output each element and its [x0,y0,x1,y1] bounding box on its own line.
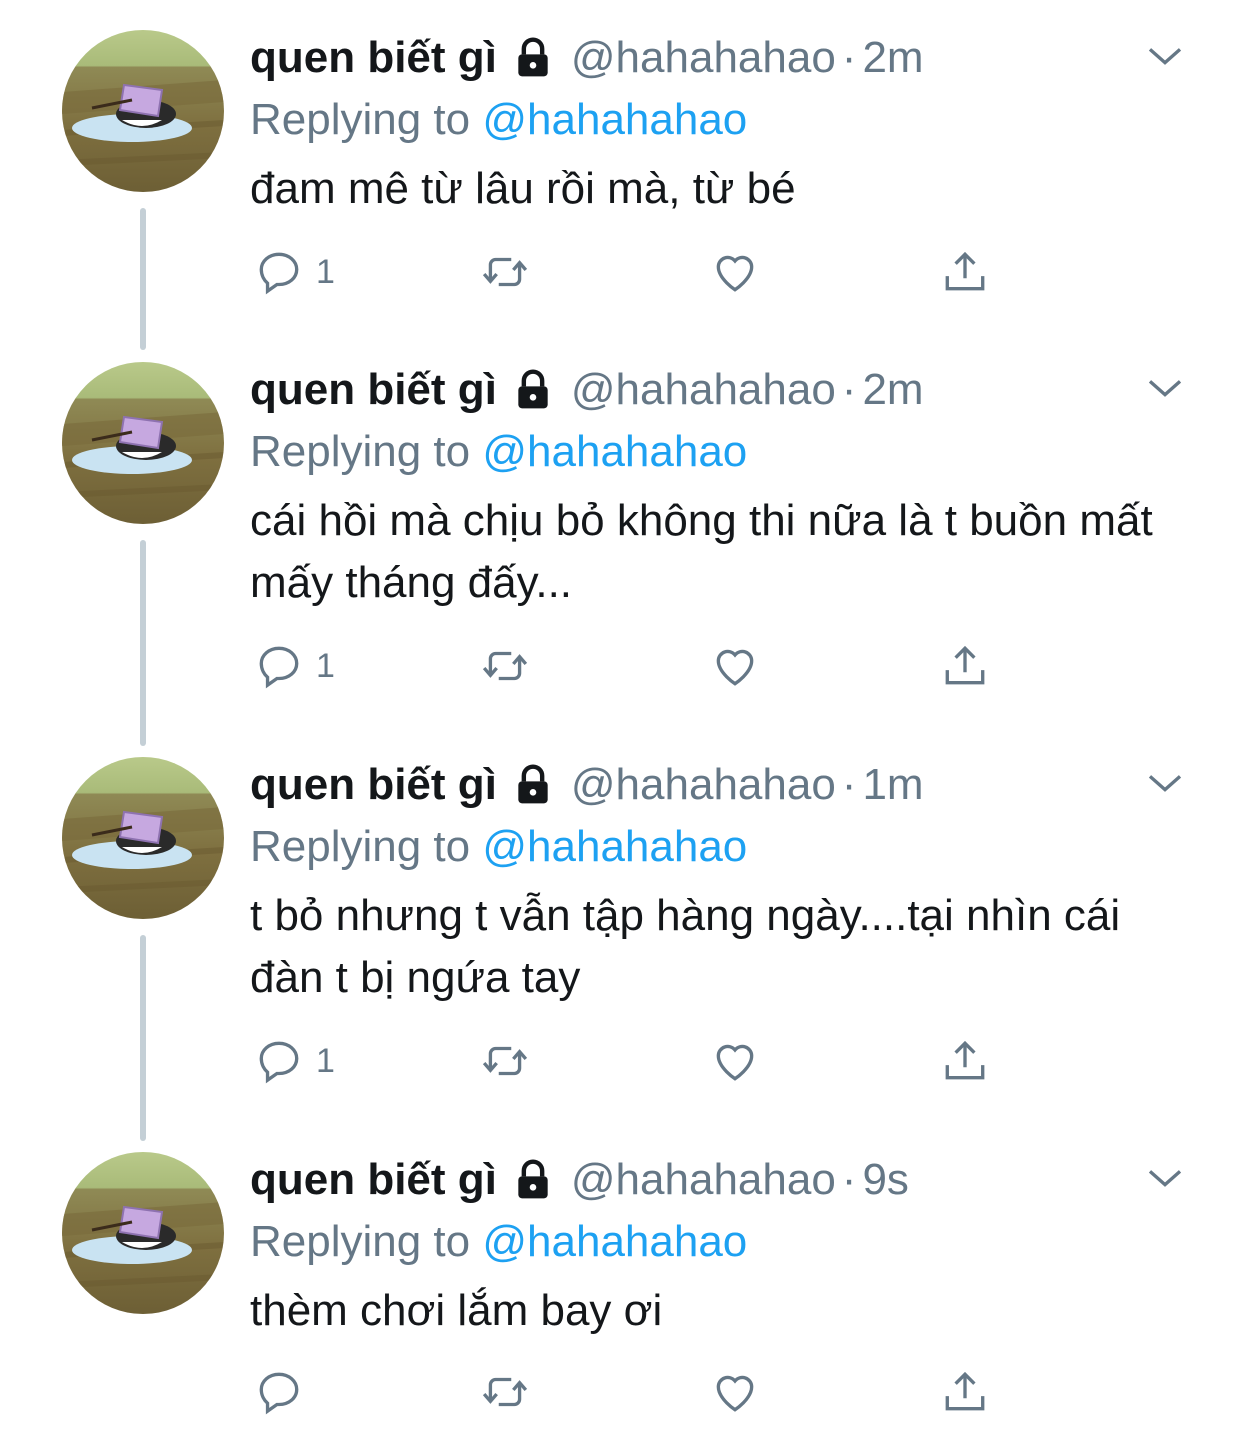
replying-to: Replying to @hahahahao [250,92,747,148]
chevron-down-icon[interactable] [1145,36,1185,76]
replying-to: Replying to @hahahahao [250,424,747,480]
reply-button[interactable]: 1 [254,638,335,694]
share-icon [945,251,985,291]
like-button[interactable] [710,1033,760,1089]
share-icon [945,1040,985,1080]
handle[interactable]: @hahahahao [571,30,836,86]
heart-icon [716,649,754,686]
retweet-icon [482,1377,528,1407]
reply-count: 1 [316,1041,335,1080]
heart-icon [716,255,754,292]
like-button[interactable] [710,1364,760,1420]
avatar-image [62,1202,224,1288]
share-icon [945,1371,985,1411]
avatar[interactable] [62,30,224,192]
replying-to: Replying to @hahahahao [250,1214,747,1270]
separator-dot: · [841,760,857,809]
separator-dot: · [841,365,857,414]
lock-icon [518,369,548,409]
mention-link[interactable]: @hahahahao [482,1217,747,1266]
chevron-down-icon[interactable] [1145,1158,1185,1198]
mention-link[interactable]: @hahahahao [482,427,747,476]
mention-link[interactable]: @hahahahao [482,822,747,871]
replying-to: Replying to @hahahahao [250,819,747,875]
action-bar: 1 [250,244,1010,300]
avatar-image [62,807,224,893]
timestamp[interactable]: 2m [862,30,923,86]
display-name[interactable]: quen biết gì [250,757,497,813]
separator-dot: · [841,33,857,82]
lock-icon [518,1159,548,1199]
tweet-text: đam mê từ lâu rồi mà, từ bé [250,164,796,213]
display-name[interactable]: quen biết gì [250,362,497,418]
thread-line [140,540,146,746]
tweet-header: quen biết gì @hahahahao · 2m [250,362,924,418]
retweet-icon [482,651,528,681]
share-button[interactable] [940,1033,990,1089]
avatar-image [62,412,224,498]
reply-icon [259,1372,299,1415]
share-button[interactable] [940,244,990,300]
handle[interactable]: @hahahahao [571,1152,836,1208]
reply-icon [259,646,299,689]
chevron-down-icon[interactable] [1145,763,1185,803]
tweet-header: quen biết gì @hahahahao · 1m [250,757,924,813]
tweet-text: cái hồi mà chịu bỏ không thi nữa là t bu… [250,496,1153,607]
timestamp[interactable]: 2m [862,362,923,418]
avatar-image [62,80,224,166]
reply-count: 1 [316,646,335,685]
retweet-icon [482,1046,528,1076]
handle[interactable]: @hahahahao [571,362,836,418]
chevron-down-icon[interactable] [1145,368,1185,408]
timestamp[interactable]: 9s [862,1152,908,1208]
lock-icon [518,764,548,804]
action-bar: 1 [250,1033,1010,1089]
retweet-button[interactable] [480,244,530,300]
action-bar: 1 [250,638,1010,694]
heart-icon [716,1044,754,1081]
separator-dot: · [841,1155,857,1204]
tweet-text: t bỏ nhưng t vẫn tập hàng ngày....tại nh… [250,891,1121,1002]
replying-prefix: Replying to [250,822,471,871]
avatar[interactable] [62,1152,224,1314]
retweet-button[interactable] [480,638,530,694]
share-button[interactable] [940,638,990,694]
mention-link[interactable]: @hahahahao [482,95,747,144]
tweet-text: thèm chơi lắm bay ơi [250,1286,663,1335]
reply-count: 1 [316,252,335,291]
share-icon [945,645,985,685]
display-name[interactable]: quen biết gì [250,1152,497,1208]
tweet-header: quen biết gì @hahahahao · 2m [250,30,924,86]
timestamp[interactable]: 1m [862,757,923,813]
like-button[interactable] [710,244,760,300]
thread-line [140,935,146,1141]
handle[interactable]: @hahahahao [571,757,836,813]
reply-button[interactable]: 1 [254,244,335,300]
lock-icon [518,37,548,77]
like-button[interactable] [710,638,760,694]
share-button[interactable] [940,1364,990,1420]
display-name[interactable]: quen biết gì [250,30,497,86]
retweet-button[interactable] [480,1364,530,1420]
reply-button[interactable]: 1 [254,1033,335,1089]
replying-prefix: Replying to [250,1217,471,1266]
thread-line [140,208,146,350]
replying-prefix: Replying to [250,427,471,476]
heart-icon [716,1375,754,1412]
avatar[interactable] [62,362,224,524]
retweet-icon [482,257,528,287]
reply-button[interactable] [254,1364,316,1420]
action-bar [250,1364,1010,1420]
reply-icon [259,252,299,295]
retweet-button[interactable] [480,1033,530,1089]
tweet-header: quen biết gì @hahahahao · 9s [250,1152,909,1208]
replying-prefix: Replying to [250,95,471,144]
reply-icon [259,1041,299,1084]
avatar[interactable] [62,757,224,919]
